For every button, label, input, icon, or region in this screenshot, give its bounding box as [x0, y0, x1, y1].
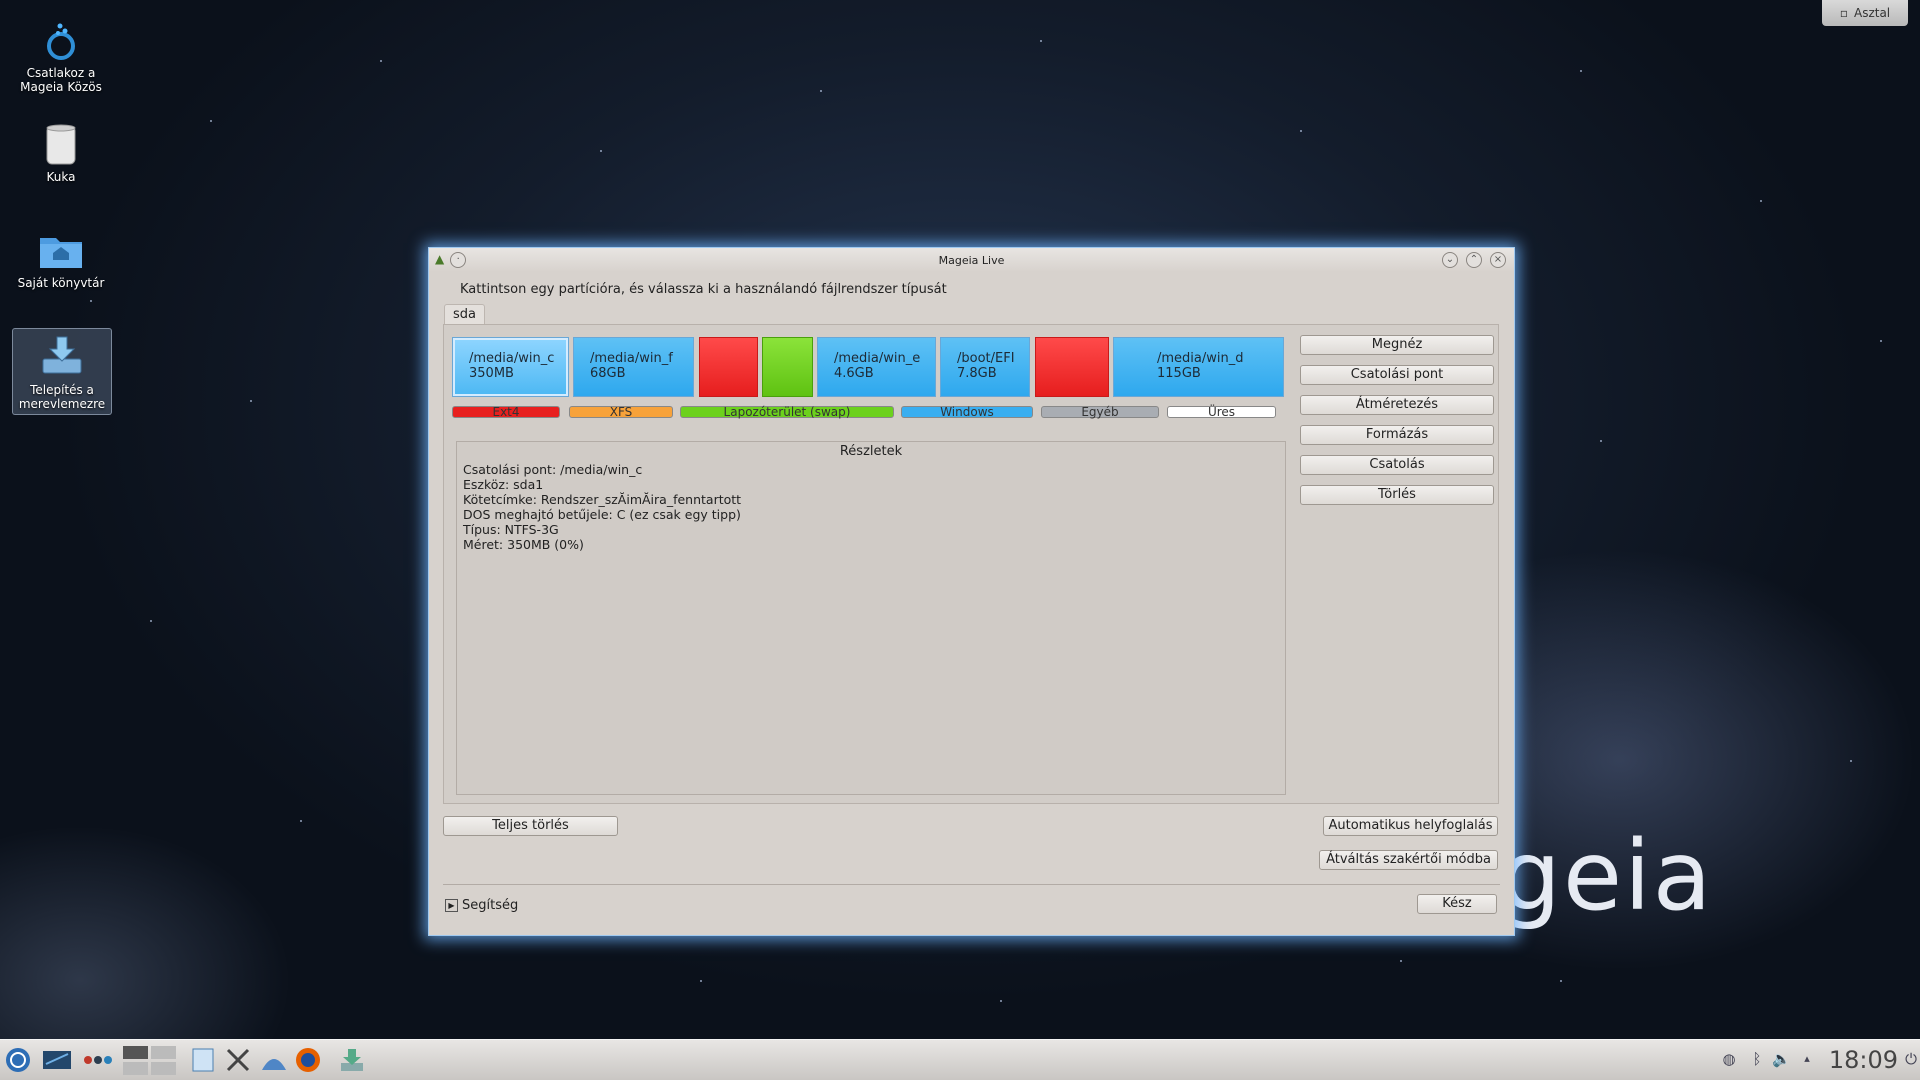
partition-label: /media/win_f	[590, 351, 673, 366]
volume-icon[interactable]: 🔈	[1772, 1050, 1791, 1068]
legend-windows: Windows	[901, 406, 1033, 418]
desktop-icon-label: Csatlakoz a Mageia Közös	[20, 66, 102, 94]
expand-arrow-icon: ▶	[445, 899, 458, 912]
partition-boot-efi[interactable]: /boot/EFI 7.8GB	[940, 337, 1030, 397]
installer-window: ▲ · Mageia Live ⌄ ⌃ × Kattintson egy par…	[428, 247, 1515, 936]
minimize-icon[interactable]: ⌄	[1442, 252, 1458, 268]
instruction-text: Kattintson egy partícióra, és válassza k…	[460, 282, 947, 297]
mount-button[interactable]: Csatolás	[1300, 455, 1494, 475]
firefox-icon[interactable]	[294, 1046, 322, 1074]
clear-all-button[interactable]: Teljes törlés	[443, 816, 618, 836]
partition-actions: Megnéz Csatolási pont Átméretezés Formáz…	[1300, 335, 1494, 515]
app-launcher-icon[interactable]	[4, 1046, 32, 1074]
maximize-icon[interactable]: ⌃	[1466, 252, 1482, 268]
detail-mount-point: Csatolási pont: /media/win_c	[463, 462, 643, 477]
window-menu-icon[interactable]: ·	[450, 252, 467, 268]
detail-dos-letter: DOS meghajtó betűjele: C (ez csak egy ti…	[463, 507, 741, 522]
install-to-disk-icon	[39, 333, 85, 379]
partition-swap[interactable]	[762, 337, 813, 397]
detail-device: Eszköz: sda1	[463, 477, 544, 492]
activities-icon[interactable]	[82, 1046, 114, 1074]
mageia-brand-wordmark: geia	[1500, 820, 1714, 932]
terminal-icon[interactable]	[42, 1046, 72, 1074]
legend-ext4: Ext4	[452, 406, 560, 418]
auto-allocate-button[interactable]: Automatikus helyfoglalás	[1323, 816, 1498, 836]
installer-taskbar-icon[interactable]	[338, 1046, 366, 1074]
control-center-icon[interactable]	[260, 1046, 288, 1074]
tab-sda[interactable]: sda	[444, 304, 485, 325]
legend-other: Egyéb	[1041, 406, 1159, 418]
partition-win-e[interactable]: /media/win_e 4.6GB	[817, 337, 936, 397]
expert-mode-button[interactable]: Átváltás szakértői módba	[1319, 850, 1498, 870]
partition-win-c[interactable]: /media/win_c 350MB	[452, 337, 569, 397]
show-desktop-button[interactable]: ▫ Asztal	[1822, 0, 1908, 26]
detail-volume-label: Kötetcímke: Rendszer_szĂimĂira_fenntarto…	[463, 492, 742, 507]
partition-label: /boot/EFI	[957, 351, 1015, 366]
desktop-icon: ▫	[1839, 6, 1848, 20]
partition-win-f[interactable]: /media/win_f 68GB	[573, 337, 694, 397]
tools-icon[interactable]	[224, 1046, 252, 1074]
desktop-icon-home[interactable]: Saját könyvtár	[12, 226, 110, 290]
window-titlebar[interactable]: ▲ · Mageia Live ⌄ ⌃ ×	[429, 248, 1514, 272]
delete-button[interactable]: Törlés	[1300, 485, 1494, 505]
partition-label: /media/win_c	[469, 351, 555, 366]
partition-size: 68GB	[590, 366, 626, 381]
legend-swap: Lapozóterület (swap)	[680, 406, 894, 418]
partition-ext4-2[interactable]	[1035, 337, 1109, 397]
mageia-community-icon	[38, 16, 84, 62]
clock[interactable]: 18:09	[1829, 1046, 1898, 1074]
details-title: Részletek	[839, 444, 903, 459]
desktop-icon-label: Telepítés a merevlemezre	[18, 383, 106, 411]
bluetooth-icon[interactable]: ᛒ	[1748, 1050, 1766, 1068]
detail-size: Méret: 350MB (0%)	[463, 537, 584, 552]
partition-size: 115GB	[1157, 366, 1201, 381]
home-folder-icon	[38, 226, 84, 272]
partition-win-d[interactable]: /media/win_d 115GB	[1113, 337, 1284, 397]
partition-label: /media/win_e	[834, 351, 921, 366]
mount-point-button[interactable]: Csatolási pont	[1300, 365, 1494, 385]
desktop-icon-trash[interactable]: Kuka	[12, 120, 110, 184]
legend-empty: Üres	[1167, 406, 1276, 418]
view-button[interactable]: Megnéz	[1300, 335, 1494, 355]
tray-expand-icon[interactable]: ▴	[1798, 1050, 1816, 1068]
separator	[443, 884, 1500, 885]
trash-icon	[38, 120, 84, 166]
partition-label: /media/win_d	[1157, 351, 1244, 366]
partition-ext4-1[interactable]	[699, 337, 758, 397]
taskbar: ◍ ᛒ 🔈 ▴ 18:09 ⏻	[0, 1039, 1920, 1080]
format-button[interactable]: Formázás	[1300, 425, 1494, 445]
window-title: Mageia Live	[938, 253, 1005, 267]
desktop-icon-label: Saját könyvtár	[17, 276, 105, 290]
legend-xfs: XFS	[569, 406, 673, 418]
network-icon[interactable]: ◍	[1720, 1050, 1738, 1068]
details-group: Részletek Csatolási pont: /media/win_c E…	[456, 441, 1286, 795]
desktop-icon-label: Kuka	[46, 170, 76, 184]
disk-panel: /media/win_c 350MB /media/win_f 68GB /medi…	[443, 324, 1499, 804]
done-button[interactable]: Kész	[1417, 894, 1497, 914]
details-body: Csatolási pont: /media/win_c Eszköz: sda…	[463, 462, 741, 552]
power-icon[interactable]: ⏻	[1902, 1050, 1920, 1068]
close-icon[interactable]: ×	[1490, 252, 1506, 268]
detail-type: Típus: NTFS-3G	[463, 522, 559, 537]
partition-size: 350MB	[469, 366, 514, 381]
desktop-icon-install[interactable]: Telepítés a merevlemezre	[12, 328, 112, 415]
resize-button[interactable]: Átméretezés	[1300, 395, 1494, 415]
desktop-icon-mageia-community[interactable]: Csatlakoz a Mageia Közös	[12, 16, 110, 94]
help-expander[interactable]: ▶ Segítség	[445, 898, 518, 913]
notes-icon[interactable]	[190, 1046, 216, 1074]
partition-size: 4.6GB	[834, 366, 874, 381]
partition-size: 7.8GB	[957, 366, 997, 381]
app-icon: ▲	[435, 252, 445, 266]
pager-icon[interactable]	[122, 1046, 178, 1075]
